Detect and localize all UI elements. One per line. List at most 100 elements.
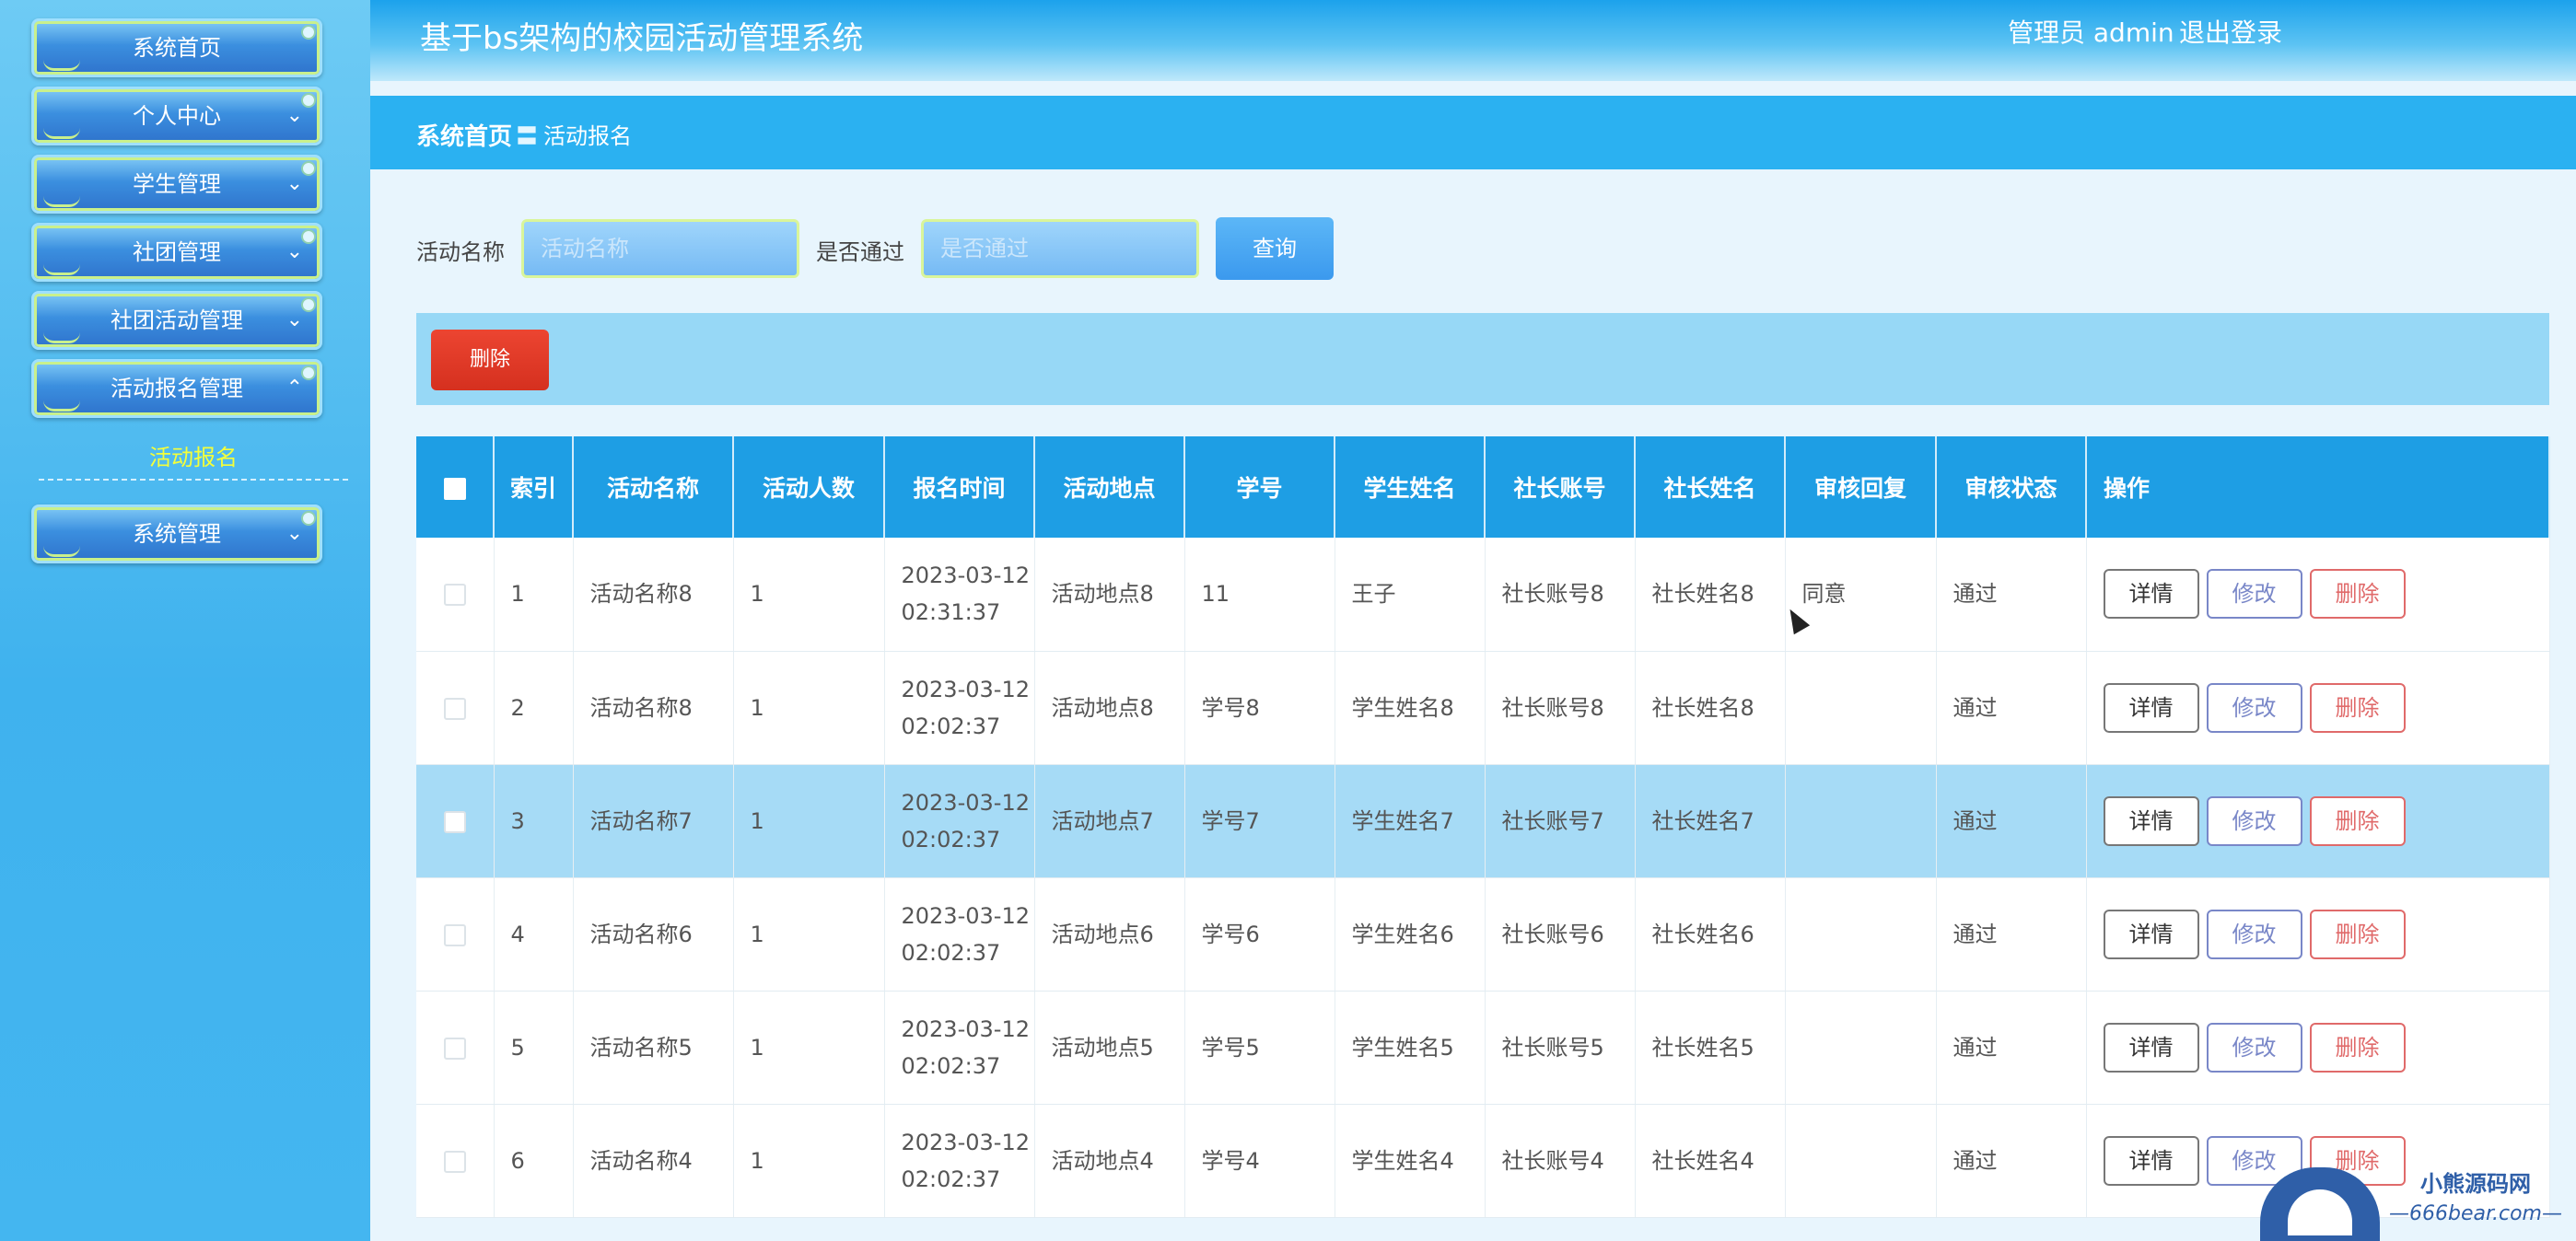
detail-button[interactable]: 详情 <box>2103 795 2199 846</box>
sidebar-item-profile[interactable]: 个人中心 ⌄ <box>31 87 322 145</box>
chevron-down-icon: ⌄ <box>286 104 303 127</box>
table-row[interactable]: 3 活动名称7 1 2023-03-12 02:02:37 活动地点7 学号7 学生姓名7 社… <box>416 764 2550 878</box>
row-select-cell[interactable] <box>416 538 495 652</box>
knob-icon <box>301 25 316 40</box>
table-cell-sid: 11 <box>1184 538 1335 652</box>
table-row[interactable]: 4 活动名称6 1 2023-03-12 02:02:37 活动地点6 学号6 学生姓名6 社… <box>416 877 2550 992</box>
table-cell-place: 活动地点8 <box>1034 538 1185 652</box>
table-cell-leader_acc: 社长账号4 <box>1485 1104 1636 1218</box>
table-cell-name: 活动名称7 <box>573 764 734 878</box>
logout-link[interactable]: 退出登录 <box>2179 13 2282 50</box>
table-cell-leader_name: 社长姓名6 <box>1635 877 1786 992</box>
table-cell-actions: 详情 修改 删除 <box>2086 991 2550 1105</box>
table-cell-place: 活动地点8 <box>1034 651 1185 765</box>
delete-button[interactable]: 删除 <box>2309 682 2406 733</box>
knob-icon <box>301 365 316 380</box>
table-cell-name: 活动名称8 <box>573 651 734 765</box>
table-cell-leader_acc: 社长账号8 <box>1485 651 1636 765</box>
edit-button[interactable]: 修改 <box>2206 909 2302 959</box>
table-cell-sid: 学号4 <box>1184 1104 1335 1218</box>
table-cell-index: 4 <box>494 877 574 992</box>
edit-button[interactable]: 修改 <box>2206 795 2302 846</box>
activity-name-input[interactable] <box>521 219 799 278</box>
sidebar-item-home[interactable]: 系统首页 <box>31 18 322 77</box>
sidebar-item-students[interactable]: 学生管理 ⌄ <box>31 155 322 214</box>
sidebar-item-system[interactable]: 系统管理 ⌄ <box>31 505 322 563</box>
table-cell-leader_acc: 社长账号8 <box>1485 538 1636 652</box>
row-checkbox[interactable] <box>443 810 466 833</box>
table-row[interactable]: 6 活动名称4 1 2023-03-12 02:02:37 活动地点4 学号4 学生姓名4 社… <box>416 1104 2550 1218</box>
table-cell-name: 活动名称5 <box>573 991 734 1105</box>
table-cell-status: 通过 <box>1936 764 2087 878</box>
col-header: 活动地点 <box>1034 436 1185 538</box>
table-cell-place: 活动地点4 <box>1034 1104 1185 1218</box>
knob-icon <box>301 161 316 176</box>
breadcrumb-home[interactable]: 系统首页 <box>416 118 512 152</box>
table-cell-reply <box>1785 764 1937 878</box>
delete-button[interactable]: 删除 <box>2309 795 2406 846</box>
table-cell-actions: 详情 修改 删除 <box>2086 651 2550 765</box>
table-cell-count: 1 <box>733 764 885 878</box>
table-cell-sname: 学生姓名4 <box>1335 1104 1486 1218</box>
sidebar-subitem-registration[interactable]: 活动报名 <box>39 435 348 481</box>
detail-button[interactable]: 详情 <box>2103 909 2199 959</box>
detail-button[interactable]: 详情 <box>2103 682 2199 733</box>
detail-button[interactable]: 详情 <box>2103 569 2199 620</box>
col-header: 审核回复 <box>1785 436 1937 538</box>
sidebar-item-registration[interactable]: 活动报名管理 ⌃ <box>31 359 322 418</box>
table-cell-sid: 学号5 <box>1184 991 1335 1105</box>
batch-delete-button[interactable]: 删除 <box>431 330 549 390</box>
row-checkbox[interactable] <box>443 584 466 607</box>
approved-input[interactable] <box>921 219 1199 278</box>
row-select-cell[interactable] <box>416 877 495 992</box>
chevron-down-icon: ⌄ <box>286 172 303 195</box>
row-checkbox[interactable] <box>443 923 466 946</box>
table-cell-status: 通过 <box>1936 538 2087 652</box>
table-row[interactable]: 2 活动名称8 1 2023-03-12 02:02:37 活动地点8 学号8 学生姓名8 社… <box>416 651 2550 765</box>
row-select-cell[interactable] <box>416 1104 495 1218</box>
select-all-checkbox[interactable] <box>443 477 466 500</box>
edit-button[interactable]: 修改 <box>2206 569 2302 620</box>
table-cell-time: 2023-03-12 02:02:37 <box>884 877 1035 992</box>
row-select-cell[interactable] <box>416 764 495 878</box>
swirl-icon <box>43 332 80 343</box>
sidebar-item-label: 活动报名管理 <box>111 376 243 401</box>
row-select-cell[interactable] <box>416 991 495 1105</box>
col-header: 索引 <box>494 436 574 538</box>
sidebar-item-clubs[interactable]: 社团管理 ⌄ <box>31 223 322 282</box>
row-checkbox[interactable] <box>443 1037 466 1060</box>
breadcrumb: 系统首页 〓 活动报名 <box>370 96 2576 169</box>
table-cell-count: 1 <box>733 538 885 652</box>
row-checkbox[interactable] <box>443 1150 466 1173</box>
swirl-icon <box>43 264 80 275</box>
table-cell-index: 3 <box>494 764 574 878</box>
sidebar: 系统首页 个人中心 ⌄ 学生管理 ⌄ 社团管理 ⌄ 社团活动管理 ⌄ 活动报名管… <box>0 0 370 1241</box>
row-select-cell[interactable] <box>416 651 495 765</box>
table-cell-reply: 同意 <box>1785 538 1937 652</box>
detail-button[interactable]: 详情 <box>2103 1022 2199 1073</box>
select-all-cell[interactable] <box>416 436 495 538</box>
app-title: 基于bs架构的校园活动管理系统 <box>420 20 864 57</box>
detail-button[interactable]: 详情 <box>2103 1135 2199 1186</box>
col-header: 活动名称 <box>573 436 734 538</box>
query-button[interactable]: 查询 <box>1216 217 1334 280</box>
table-row[interactable]: 5 活动名称5 1 2023-03-12 02:02:37 活动地点5 学号5 学生姓名5 社… <box>416 991 2550 1105</box>
table-cell-name: 活动名称6 <box>573 877 734 992</box>
delete-button[interactable]: 删除 <box>2309 569 2406 620</box>
col-header: 活动人数 <box>733 436 885 538</box>
top-header: 基于bs架构的校园活动管理系统 管理员 admin 退出登录 <box>370 0 2576 81</box>
action-bar: 删除 <box>416 313 2549 405</box>
row-checkbox[interactable] <box>443 697 466 720</box>
table-cell-count: 1 <box>733 877 885 992</box>
sidebar-item-club-activities[interactable]: 社团活动管理 ⌄ <box>31 291 322 350</box>
delete-button[interactable]: 删除 <box>2309 909 2406 959</box>
edit-button[interactable]: 修改 <box>2206 682 2302 733</box>
col-header: 社长账号 <box>1485 436 1636 538</box>
edit-button[interactable]: 修改 <box>2206 1022 2302 1073</box>
table-cell-leader_acc: 社长账号6 <box>1485 877 1636 992</box>
col-header: 学号 <box>1184 436 1335 538</box>
delete-button[interactable]: 删除 <box>2309 1022 2406 1073</box>
table-header-row: 索引 活动名称 活动人数 报名时间 活动地点 学号 学生姓名 社长账号 社长姓名… <box>416 436 2550 538</box>
table-row[interactable]: 1 活动名称8 1 2023-03-12 02:31:37 活动地点8 11 王子 社长账号8… <box>416 538 2550 652</box>
table-cell-status: 通过 <box>1936 1104 2087 1218</box>
